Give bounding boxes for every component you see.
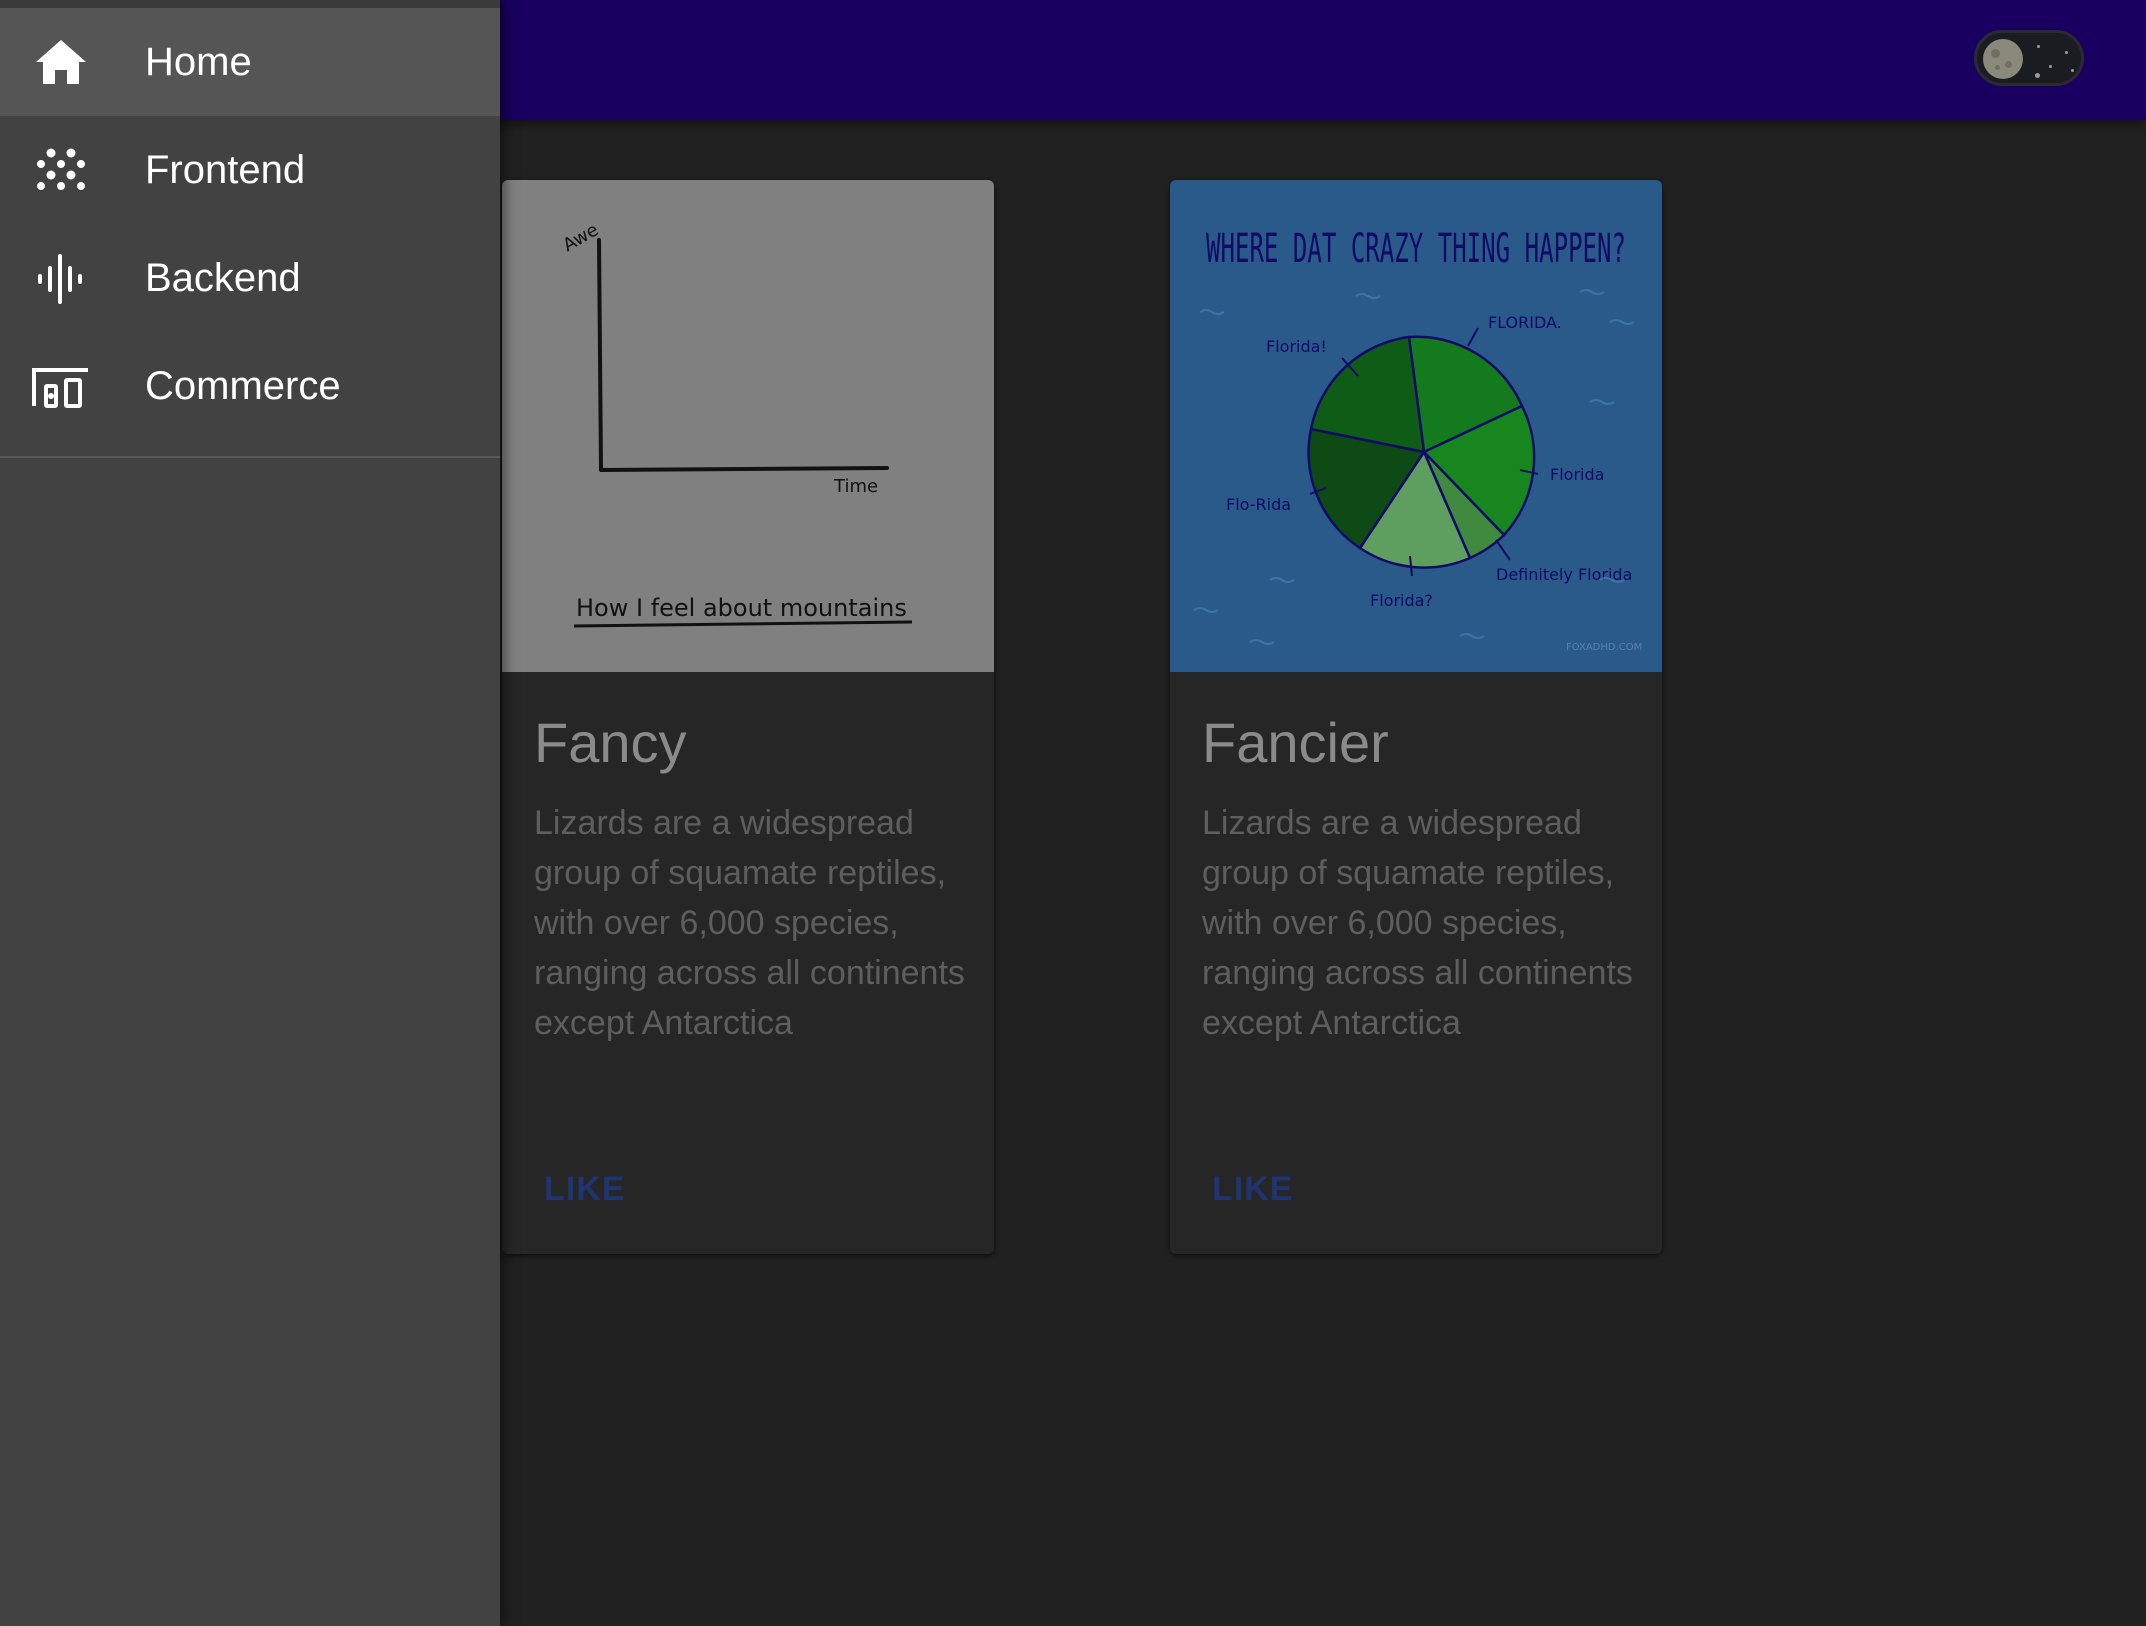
waveform-icon (38, 254, 82, 304)
nav-item-frontend[interactable]: Frontend (0, 116, 500, 224)
devices-icon (32, 368, 88, 408)
card-description: Lizards are a widespread group of squama… (1202, 804, 1633, 1042)
card-description: Lizards are a widespread group of squama… (534, 804, 965, 1042)
image-signature: FOXADHD.COM (1566, 642, 1642, 653)
image-heading: WHERE DAT CRAZY THING HAPPEN? (1206, 226, 1626, 272)
nav-item-commerce[interactable]: Commerce (0, 332, 500, 440)
slice-label-2: FLORIDA. (1488, 313, 1562, 332)
slice-label-1: Florida! (1266, 337, 1327, 356)
image-caption: How I feel about mountains (576, 594, 907, 622)
like-button[interactable]: LIKE (544, 1170, 625, 1209)
card-image-mountains: Awe Time How I feel about mountains (502, 180, 994, 672)
nav-item-home[interactable]: Home (0, 8, 500, 116)
drawer-divider (0, 456, 500, 458)
slice-label-5: Florida? (1370, 591, 1433, 610)
navigation-drawer: Home Frontend Backend Commerce (0, 0, 500, 1626)
drawer-top-edge (0, 0, 500, 8)
x-axis-label: Time (833, 476, 878, 497)
slice-label-4: Definitely Florida (1496, 565, 1632, 584)
nav-item-backend[interactable]: Backend (0, 224, 500, 332)
nav-label-home: Home (145, 40, 252, 84)
like-button[interactable]: LIKE (1212, 1170, 1293, 1209)
card-title: Fancier (1202, 711, 1389, 774)
card-fancier: WHERE DAT CRAZY THING HAPPEN? Florida! F… (1170, 180, 1662, 1254)
theme-toggle[interactable] (1974, 30, 2084, 86)
app-root: Awe Time How I feel about mountains Fanc… (0, 0, 2146, 1626)
slice-label-3: Florida (1550, 465, 1604, 484)
slice-label-6: Flo-Rida (1226, 495, 1291, 514)
nav-label-commerce: Commerce (145, 364, 341, 408)
dots-grid-icon (37, 148, 85, 190)
card-fancy: Awe Time How I feel about mountains Fanc… (502, 180, 994, 1254)
moon-icon (1983, 39, 2023, 79)
card-image-florida-pie: WHERE DAT CRAZY THING HAPPEN? Florida! F… (1170, 180, 1662, 672)
card-title: Fancy (534, 711, 687, 774)
home-icon (36, 40, 86, 84)
nav-label-frontend: Frontend (145, 148, 306, 192)
nav-label-backend: Backend (145, 256, 301, 300)
